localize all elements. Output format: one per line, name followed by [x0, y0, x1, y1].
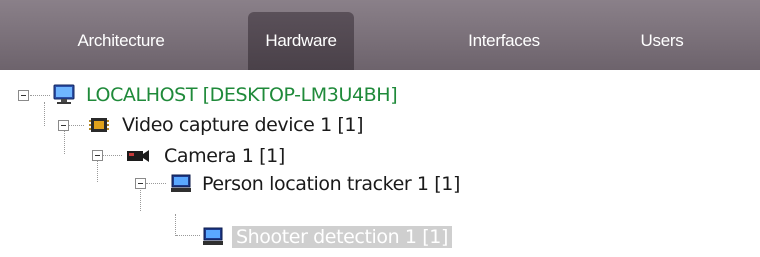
- tree-node-camera[interactable]: Camera 1 [1]: [126, 142, 285, 170]
- collapse-toggle[interactable]: [92, 150, 103, 161]
- camera-icon: [127, 150, 149, 162]
- hardware-tree: LOCALHOST [DESKTOP-LM3U4BH] Video captur…: [0, 70, 760, 257]
- tree-connector: [146, 183, 166, 184]
- node-label: Camera 1 [1]: [164, 145, 285, 167]
- node-label: Video capture device 1 [1]: [122, 114, 364, 136]
- tree-node-shooter-detection[interactable]: Shooter detection 1 [1]: [202, 223, 452, 251]
- node-label: LOCALHOST [DESKTOP-LM3U4BH]: [86, 84, 398, 106]
- tree-node-video-capture[interactable]: Video capture device 1 [1]: [88, 111, 364, 139]
- tree-connector: [102, 155, 122, 156]
- tree-connector: [176, 235, 200, 236]
- tree-node-tracker[interactable]: Person location tracker 1 [1]: [170, 170, 460, 198]
- tab-architecture[interactable]: Architecture: [36, 12, 206, 70]
- tree-connector: [175, 214, 176, 236]
- tree-node-server[interactable]: LOCALHOST [DESKTOP-LM3U4BH]: [52, 81, 398, 109]
- monitor-icon: [203, 227, 223, 245]
- tab-interfaces[interactable]: Interfaces: [418, 12, 590, 70]
- node-label: Shooter detection 1 [1]: [232, 226, 452, 248]
- tab-bar: Architecture Hardware Interfaces Users: [0, 0, 760, 70]
- collapse-toggle[interactable]: [18, 90, 29, 101]
- node-label: Person location tracker 1 [1]: [202, 173, 460, 195]
- tree-connector: [44, 102, 45, 126]
- capture-board-icon: [89, 118, 109, 132]
- computer-icon: [53, 84, 75, 104]
- tab-users[interactable]: Users: [612, 12, 712, 70]
- monitor-icon: [171, 174, 191, 192]
- tree-connector: [30, 95, 50, 96]
- tree-connector: [140, 186, 141, 211]
- collapse-toggle[interactable]: [135, 178, 146, 189]
- collapse-toggle[interactable]: [58, 120, 69, 131]
- tab-hardware[interactable]: Hardware: [248, 12, 354, 70]
- tree-connector: [64, 130, 65, 154]
- tree-connector: [97, 158, 98, 182]
